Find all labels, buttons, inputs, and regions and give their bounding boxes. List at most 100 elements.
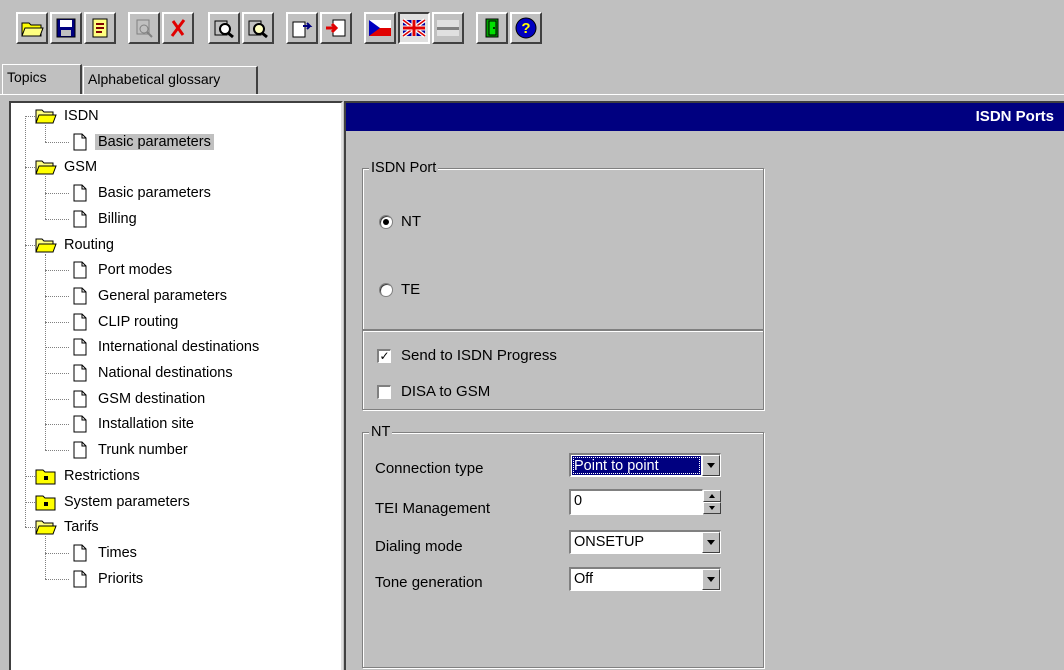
tree-connector — [45, 424, 69, 426]
tab-divider — [0, 94, 1064, 95]
open-folder-icon — [21, 22, 44, 37]
flag-uk-icon — [402, 18, 426, 38]
tree-connector — [45, 450, 69, 452]
tree-item[interactable]: Basic parameters — [69, 182, 214, 204]
document-icon — [69, 414, 91, 434]
tree-connector — [25, 116, 35, 117]
folder-closed-icon — [35, 466, 57, 486]
english-language-button[interactable] — [398, 12, 430, 44]
document-icon — [69, 132, 91, 152]
connection-type-select[interactable]: Point to point — [569, 453, 721, 477]
tree-connector — [45, 218, 69, 220]
flag-gray-icon — [437, 20, 459, 36]
tab-topics[interactable]: Topics — [2, 64, 82, 94]
nt-radio-circle — [379, 214, 393, 229]
flag-czech-icon — [369, 20, 391, 36]
open-button[interactable] — [16, 12, 48, 44]
dialing-mode-value: ONSETUP — [574, 534, 645, 550]
isdn-port-group: ISDN Port NT TE — [362, 159, 764, 330]
tree-connector — [25, 501, 35, 503]
delete-x-icon — [170, 19, 186, 37]
tree-folder[interactable]: System parameters — [35, 491, 193, 513]
send-isdn-progress-label: Send to ISDN Progress — [401, 347, 557, 364]
tree-item[interactable]: Priorits — [69, 568, 146, 590]
tree-item[interactable]: Port modes — [69, 259, 175, 281]
document-icon — [69, 569, 91, 589]
isdn-port-group-title: ISDN Port — [369, 159, 439, 177]
chevron-down-icon[interactable] — [702, 569, 720, 590]
te-radio-label: TE — [401, 281, 421, 298]
device-search-button[interactable] — [208, 12, 240, 44]
document-icon — [69, 260, 91, 280]
disa-to-gsm-checkbox[interactable]: DISA to GSM — [377, 383, 490, 400]
document-button[interactable] — [84, 12, 116, 44]
document-icon — [69, 286, 91, 306]
stepper-up-icon[interactable] — [703, 490, 721, 502]
tree-item[interactable]: Installation site — [69, 413, 197, 435]
tei-management-label: TEI Management — [375, 500, 491, 517]
export-button[interactable] — [286, 12, 318, 44]
import-button[interactable] — [320, 12, 352, 44]
tree-item-label: GSM destination — [98, 390, 206, 407]
chevron-down-icon[interactable] — [702, 455, 720, 476]
disabled-device-icon — [136, 19, 153, 38]
tone-generation-select[interactable]: Off — [569, 567, 721, 591]
tree-item[interactable]: International destinations — [69, 336, 262, 358]
help-button[interactable]: ? — [510, 12, 542, 44]
tree-connector — [45, 141, 69, 143]
tree-folder[interactable]: Tarifs — [35, 516, 102, 538]
disabled-device-button[interactable] — [128, 12, 160, 44]
tree-connector — [45, 578, 69, 580]
te-radio[interactable]: TE — [379, 281, 420, 298]
disa-to-gsm-box — [377, 384, 391, 399]
tree-folder[interactable]: GSM — [35, 156, 100, 178]
save-button[interactable] — [50, 12, 82, 44]
tree-item[interactable]: Basic parameters — [69, 131, 214, 153]
tree-connector — [25, 116, 26, 528]
nt-radio[interactable]: NT — [379, 213, 421, 230]
tree-item[interactable]: CLIP routing — [69, 311, 181, 333]
nt-group-title: NT — [369, 423, 393, 441]
exit-button[interactable] — [476, 12, 508, 44]
chevron-down-icon[interactable] — [702, 532, 720, 553]
czech-language-button[interactable] — [364, 12, 396, 44]
tree-connector — [45, 253, 46, 451]
tree-connector — [45, 536, 46, 579]
tree-folder[interactable]: Restrictions — [35, 465, 143, 487]
folder-open-icon — [35, 157, 57, 177]
tree-item[interactable]: GSM destination — [69, 388, 208, 410]
tree-item-label: Times — [98, 544, 137, 561]
document-icon — [69, 389, 91, 409]
tei-management-stepper[interactable] — [703, 490, 721, 516]
tab-alphabetical-glossary[interactable]: Alphabetical glossary — [83, 66, 258, 94]
save-disk-icon — [56, 18, 76, 38]
document-icon — [92, 18, 108, 38]
tree-connector — [45, 347, 69, 349]
tree-item-label: System parameters — [64, 493, 190, 510]
tei-management-value: 0 — [574, 493, 583, 509]
te-radio-circle — [379, 282, 393, 297]
tree-connector — [45, 552, 69, 554]
tree-item-label: Port modes — [98, 262, 173, 279]
stepper-down-icon[interactable] — [703, 502, 721, 514]
tei-management-input[interactable]: 0 — [569, 489, 703, 515]
tone-generation-label: Tone generation — [375, 574, 483, 591]
dialing-mode-select[interactable]: ONSETUP — [569, 530, 721, 554]
tree-folder[interactable]: ISDN — [35, 105, 102, 127]
gray-language-button[interactable] — [432, 12, 464, 44]
tree-folder[interactable]: Routing — [35, 234, 117, 256]
tree-connector — [45, 125, 46, 142]
tree-item[interactable]: National destinations — [69, 362, 236, 384]
device-search-alt-button[interactable] — [242, 12, 274, 44]
document-icon — [69, 312, 91, 332]
tree-item[interactable]: Times — [69, 542, 140, 564]
tree-item[interactable]: Billing — [69, 208, 140, 230]
tree-item-label: National destinations — [98, 365, 233, 381]
tree-item-label: Billing — [98, 210, 137, 227]
tree-item[interactable]: General parameters — [69, 285, 230, 307]
nt-settings-group: NT Connection type Point to point TEI Ma… — [362, 423, 764, 668]
send-isdn-progress-checkbox[interactable]: ✓ Send to ISDN Progress — [377, 347, 557, 364]
tree-item[interactable]: Trunk number — [69, 439, 191, 461]
delete-button[interactable] — [162, 12, 194, 44]
folder-closed-icon — [35, 492, 57, 512]
